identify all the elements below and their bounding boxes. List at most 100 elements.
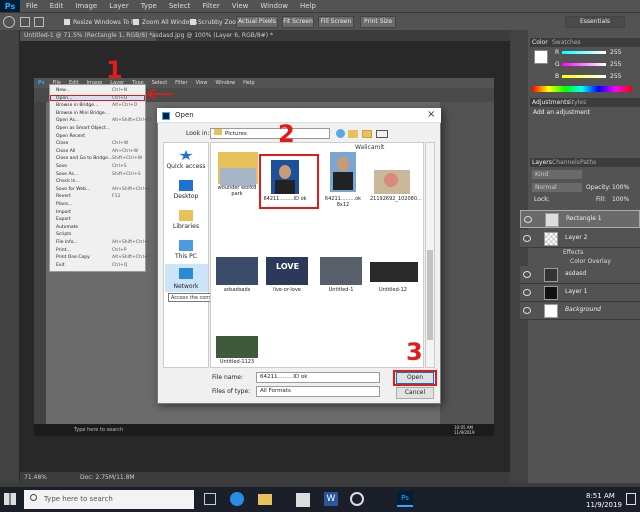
tab-styles[interactable]: Styles xyxy=(568,98,586,107)
tab-paths[interactable]: Paths xyxy=(580,158,596,167)
file-menu-item[interactable]: New... xyxy=(56,88,70,93)
edge-icon[interactable] xyxy=(230,492,244,506)
file-name[interactable]: 64211.........ok 8x12 xyxy=(320,196,366,208)
zoom-all-checkbox[interactable] xyxy=(133,19,139,25)
scrubby-checkbox[interactable] xyxy=(190,19,196,25)
file-menu-item[interactable]: Open... xyxy=(56,96,72,101)
search-box[interactable]: Type here to search xyxy=(24,490,194,509)
layer-row[interactable]: Background xyxy=(520,302,640,320)
store-icon[interactable] xyxy=(296,493,310,507)
layer-row[interactable]: Layer 1 xyxy=(520,284,640,302)
clock-time[interactable]: 8:51 AM xyxy=(586,492,615,500)
opacity-value[interactable]: 100% xyxy=(612,183,629,192)
file-menu-item[interactable]: Import xyxy=(56,210,71,215)
b-value[interactable]: 255 xyxy=(610,72,621,81)
notification-icon[interactable] xyxy=(626,493,636,505)
color-spectrum[interactable] xyxy=(532,86,632,92)
color-overlay-label[interactable]: Color Overlay xyxy=(570,258,611,265)
eye-icon[interactable] xyxy=(523,235,531,242)
layer-row[interactable]: Layer 2 xyxy=(520,230,640,248)
layer-row[interactable]: Rectangle 1 xyxy=(520,210,640,228)
file-menu-item[interactable]: Browse in Mini Bridge... xyxy=(56,111,109,116)
file-menu-item[interactable]: Place... xyxy=(56,202,72,207)
file-name[interactable]: Untitled-1 xyxy=(318,287,364,293)
menu-type[interactable]: Type xyxy=(135,2,163,10)
fill-screen-button[interactable]: Fill Screen xyxy=(318,16,354,28)
file-menu-item[interactable]: Check In... xyxy=(56,179,80,184)
menu-window[interactable]: Window xyxy=(254,2,294,10)
file-menu-item[interactable]: Close All xyxy=(56,149,75,154)
file-menu-item[interactable]: Save xyxy=(56,164,67,169)
up-folder-icon[interactable] xyxy=(348,130,358,138)
file-menu-item[interactable]: Exit xyxy=(56,263,65,268)
zoom-out-icon[interactable] xyxy=(34,17,44,27)
file-name[interactable]: adsadsads xyxy=(214,287,260,293)
nav-this-pc[interactable]: This PC xyxy=(163,253,209,260)
files-of-type-select[interactable]: All Formats xyxy=(256,386,380,397)
nav-libraries[interactable]: Libraries xyxy=(163,223,209,230)
photo-thumbnail[interactable] xyxy=(216,336,258,358)
eye-icon[interactable] xyxy=(524,216,532,223)
file-menu-item[interactable]: File Info... xyxy=(56,240,78,245)
tab-swatches[interactable]: Swatches xyxy=(552,38,581,47)
effects-label[interactable]: Effects xyxy=(563,249,583,256)
start-icon[interactable] xyxy=(4,493,16,505)
menu-view[interactable]: View xyxy=(226,2,255,10)
workspace-select[interactable]: Essentials xyxy=(565,16,625,28)
back-icon[interactable] xyxy=(336,129,345,138)
file-menu-item[interactable]: Automate xyxy=(56,225,78,230)
menu-image[interactable]: Image xyxy=(69,2,103,10)
fill-value[interactable]: 100% xyxy=(612,195,629,204)
file-menu-item[interactable]: Save for Web... xyxy=(56,187,90,192)
menu-filter[interactable]: Filter xyxy=(196,2,225,10)
g-value[interactable]: 255 xyxy=(610,60,621,69)
g-slider[interactable] xyxy=(562,63,606,66)
file-menu-item[interactable]: Close and Go to Bridge... xyxy=(56,156,112,161)
file-menu-item[interactable]: Open As... xyxy=(56,118,79,123)
r-slider[interactable] xyxy=(562,51,606,54)
tab-adjustments[interactable]: Adjustments xyxy=(532,98,570,107)
libraries-icon[interactable] xyxy=(179,210,193,221)
r-value[interactable]: 255 xyxy=(610,48,621,57)
blend-mode-select[interactable]: Normal xyxy=(532,183,582,192)
tab-asdasd[interactable]: asdasd.jpg @ 100% (Layer 6, RGB/8#) * xyxy=(148,31,277,41)
file-explorer-icon[interactable] xyxy=(258,494,272,505)
menu-layer[interactable]: Layer xyxy=(103,2,135,10)
file-menu-item[interactable]: Revert xyxy=(56,194,71,199)
task-view-icon[interactable] xyxy=(204,493,216,505)
b-slider[interactable] xyxy=(562,75,606,78)
eye-icon[interactable] xyxy=(523,307,531,314)
file-menu-item[interactable]: Close xyxy=(56,141,68,146)
file-menu-item[interactable]: Save As... xyxy=(56,172,78,177)
eye-icon[interactable] xyxy=(523,289,531,296)
file-menu-item[interactable]: Browse in Bridge... xyxy=(56,103,98,108)
photo-thumbnail[interactable] xyxy=(216,257,258,285)
photo-thumbnail[interactable] xyxy=(370,262,418,282)
menu-select[interactable]: Select xyxy=(163,2,197,10)
media-icon[interactable] xyxy=(350,492,364,506)
desktop-icon[interactable] xyxy=(179,180,193,191)
file-name[interactable]: live-or-love xyxy=(264,287,310,293)
eye-icon[interactable] xyxy=(523,271,531,278)
nav-network[interactable]: Network xyxy=(163,283,209,290)
kind-filter[interactable]: Kind xyxy=(532,170,582,179)
word-icon[interactable]: W xyxy=(324,492,338,506)
foreground-color-swatch[interactable] xyxy=(534,50,548,64)
new-folder-icon[interactable] xyxy=(362,130,372,138)
file-name[interactable]: Untitled-1123 xyxy=(214,359,260,365)
clock-date[interactable]: 11/9/2019 xyxy=(586,501,622,509)
cancel-button[interactable]: Cancel xyxy=(396,387,434,399)
file-menu-item[interactable]: Export xyxy=(56,217,71,222)
nav-desktop[interactable]: Desktop xyxy=(163,193,209,200)
file-name[interactable]: 21192692_102080... xyxy=(370,196,422,202)
file-menu-item[interactable]: Open Recent xyxy=(56,134,85,139)
tab-color[interactable]: Color xyxy=(532,38,548,47)
scrollbar-thumb[interactable] xyxy=(427,250,433,340)
close-icon[interactable]: × xyxy=(427,109,435,120)
view-menu-icon[interactable] xyxy=(376,130,388,138)
file-menu-item[interactable]: Open as Smart Object... xyxy=(56,126,110,131)
this-pc-icon[interactable] xyxy=(179,240,193,251)
network-icon[interactable] xyxy=(179,268,193,279)
menu-edit[interactable]: Edit xyxy=(44,2,70,10)
layer-row[interactable]: asdasd xyxy=(520,266,640,284)
